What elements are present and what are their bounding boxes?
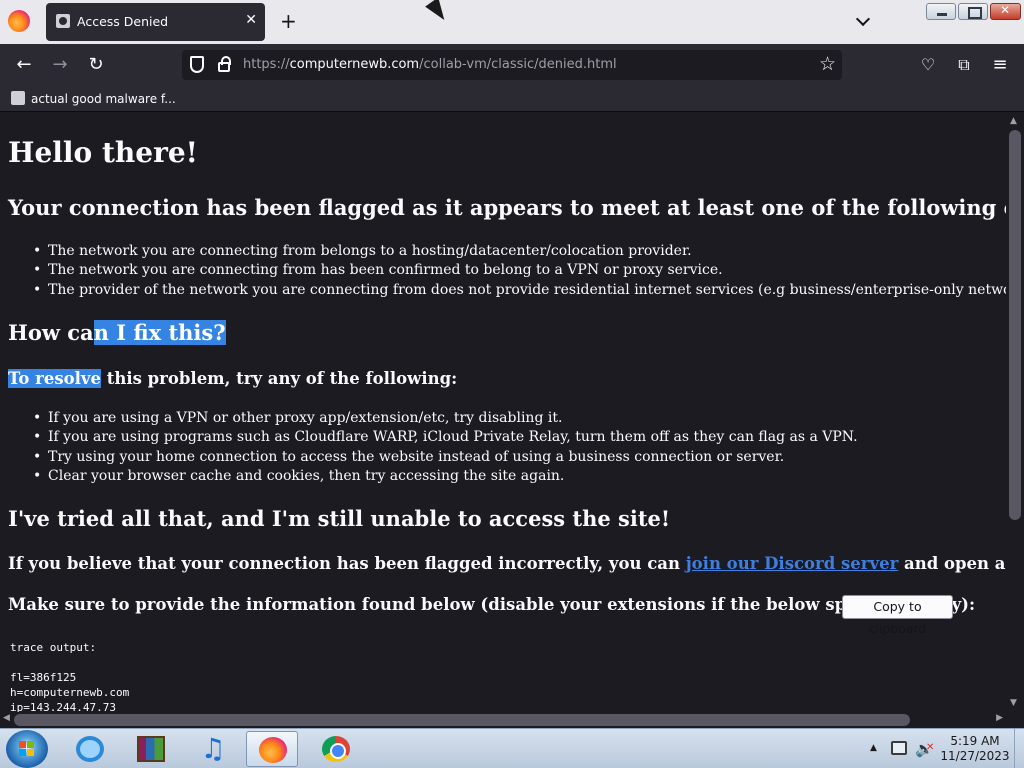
vertical-scroll-thumb[interactable] [1009,130,1021,520]
chrome-taskbar-button[interactable] [310,731,362,767]
list-all-tabs-icon[interactable] [855,12,873,30]
criteria-heading: Your connection has been flagged as it a… [8,195,1006,220]
winrar-taskbar-button[interactable] [125,731,177,767]
trace-line [10,655,129,670]
vertical-scrollbar[interactable]: ▲ ▼ [1006,112,1024,712]
show-hidden-icons-icon[interactable]: ▲ [870,743,877,753]
fix-heading-text: How ca [8,320,94,345]
reload-icon[interactable]: ↻ [84,53,108,77]
itunes-taskbar-button[interactable]: ♫ [187,731,239,767]
restore-button[interactable] [958,3,988,20]
fix-heading: How can I fix this? [8,320,226,345]
url-text[interactable]: https://computernewb.com/collab-vm/class… [243,57,617,72]
tracking-protection-shield-icon[interactable] [190,56,204,73]
system-clock[interactable]: 5:19 AM 11/27/2023 [940,734,1010,764]
criteria-list: The network you are connecting from belo… [33,242,1006,301]
scrollbar-corner [1006,712,1024,728]
discord-link[interactable]: join our Discord server [686,554,899,573]
list-item: Try using your home connection to access… [33,448,858,468]
navigation-toolbar: ← → ↻ https://computernewb.com/collab-vm… [0,44,1024,86]
hamburger-menu-icon[interactable]: ≡ [989,54,1011,76]
list-item: Clear your browser cache and cookies, th… [33,467,858,487]
trace-line: fl=386f125 [10,671,77,684]
bookmark-label: actual good malware f... [31,92,176,106]
close-tab-icon[interactable]: ✕ [245,12,257,28]
list-item: If you are using a VPN or other proxy ap… [33,409,858,429]
discord-text: If you believe that your connection has … [8,554,686,573]
clock-time: 5:19 AM [950,734,1000,748]
minimize-button[interactable] [926,3,956,20]
pocket-icon[interactable]: ♡ [917,54,939,76]
horizontal-scrollbar[interactable]: ◀ ▶ [0,712,1006,728]
resolve-heading: To resolve this problem, try any of the … [8,369,457,388]
trace-line: h=computernewb.com [10,686,130,699]
internet-explorer-taskbar-button[interactable] [64,731,116,767]
selected-text: To resolve [8,369,101,388]
bookmark-favicon-icon [11,91,25,105]
mouse-cursor-icon [425,0,451,25]
horizontal-scroll-thumb[interactable] [14,714,910,726]
tab-bar: Access Denied ✕ + [0,0,1024,44]
bookmark-item[interactable]: actual good malware f... [11,91,176,106]
forward-arrow-icon[interactable]: → [48,53,72,77]
firefox-view-icon[interactable] [8,10,30,32]
address-bar[interactable]: https://computernewb.com/collab-vm/class… [182,50,842,80]
bookmarks-toolbar: actual good malware f... [0,86,1024,112]
show-desktop-button[interactable] [1014,729,1024,768]
trace-line: trace output: [10,641,97,654]
tried-heading: I've tried all that, and I'm still unabl… [8,506,671,531]
scroll-up-arrow-icon[interactable]: ▲ [1010,116,1017,126]
discord-text-end: and open a ticket. [904,554,1006,573]
url-scheme: https:// [243,57,290,72]
scroll-left-arrow-icon[interactable]: ◀ [3,713,10,723]
list-item: The provider of the network you are conn… [33,281,1006,301]
url-path: /collab-vm/classic/denied.html [419,57,617,72]
page-content: Hello there! Your connection has been fl… [0,112,1006,712]
muted-icon: ✕ [926,742,935,753]
tab-access-denied[interactable]: Access Denied ✕ [46,3,265,41]
list-item: The network you are connecting from belo… [33,242,1006,262]
start-button-icon[interactable] [6,730,48,768]
firefox-taskbar-button[interactable] [246,731,298,767]
winrar-icon [137,736,165,762]
scroll-right-arrow-icon[interactable]: ▶ [996,713,1003,723]
scroll-down-arrow-icon[interactable]: ▼ [1010,698,1017,708]
selected-text: n I fix this? [93,320,226,345]
discord-paragraph: If you believe that your connection has … [8,554,1006,573]
provide-info-text: Make sure to provide the information fou… [8,595,976,614]
list-item: If you are using programs such as Cloudf… [33,428,858,448]
fixes-list: If you are using a VPN or other proxy ap… [33,409,858,487]
lock-icon[interactable] [218,56,231,72]
resolve-heading-text: this problem, try any of the following: [100,369,458,388]
firefox-icon [259,737,287,763]
windows-taskbar: ♫ ▲ 🔈 ✕ 5:19 AM 11/27/2023 [0,728,1024,768]
trace-output: trace output: fl=386f125 h=computernewb.c… [10,640,129,712]
list-item: The network you are connecting from has … [33,261,1006,281]
trace-line: ip=143.244.47.73 [10,701,116,712]
back-arrow-icon[interactable]: ← [12,53,36,77]
chrome-icon [322,736,350,762]
url-host: computernewb.com [289,57,420,72]
page-title: Hello there! [8,136,198,169]
bookmark-star-icon[interactable]: ☆ [819,53,836,75]
tab-title: Access Denied [77,14,169,29]
new-tab-button[interactable]: + [280,10,297,32]
site-favicon-icon [56,14,70,28]
extensions-puzzle-icon[interactable]: ⧉ [953,54,975,76]
clock-date: 11/27/2023 [940,749,1010,763]
music-note-icon: ♫ [200,732,226,765]
close-window-button[interactable] [990,3,1021,20]
network-icon[interactable] [891,741,907,755]
copy-to-clipboard-button[interactable]: Copy to clipboard [842,595,953,636]
internet-explorer-icon [76,736,104,762]
